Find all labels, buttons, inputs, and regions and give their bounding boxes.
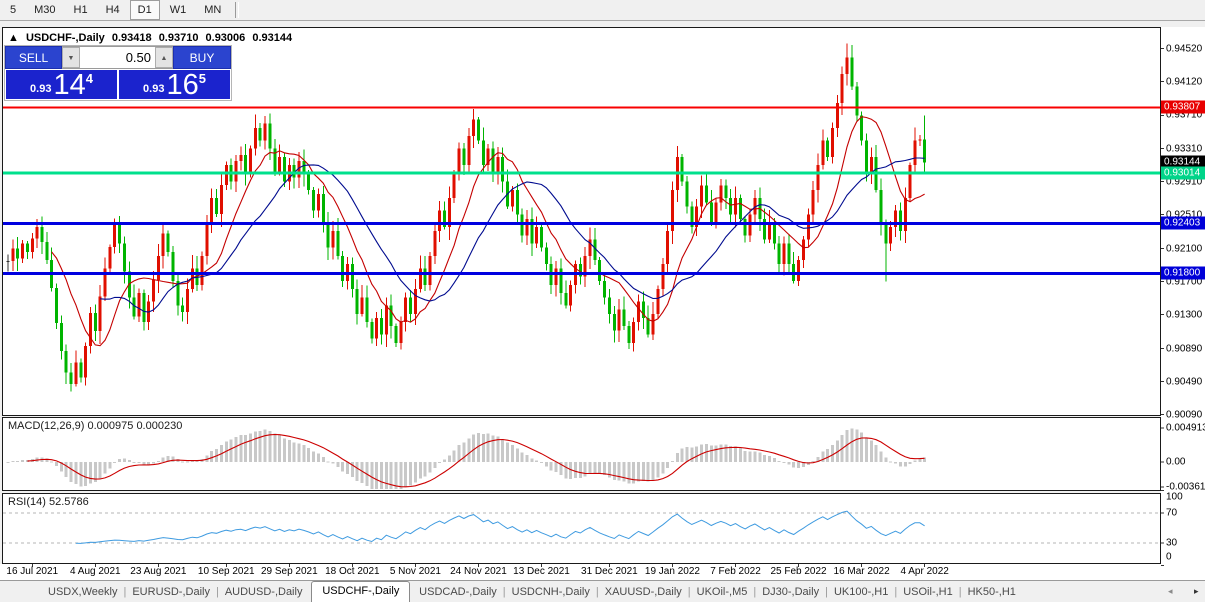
rsi-tick-30: 30 [1166,538,1177,549]
price-tick-0.9009: 0.90090 [1166,409,1202,420]
price-tick-0.9452: 0.94520 [1166,43,1202,54]
chart-tab-uk100-h1[interactable]: UK100-,H1 [828,583,894,602]
timeframe-button-H4[interactable]: H4 [98,0,128,20]
chart-tab-usoil-h1[interactable]: USOil-,H1 [897,583,959,602]
chart-tab-dj30-daily[interactable]: DJ30-,Daily [756,583,825,602]
buy-price-prefix: 0.93 [143,83,164,95]
price-badge-support-green: 0.93014 [1161,167,1205,180]
date-tick-16-Jul-2021: 16 Jul 2021 [6,566,58,577]
chart-tab-usdcnh-daily[interactable]: USDCNH-,Daily [506,583,596,602]
volume-increase-button[interactable]: ▲ [155,47,173,68]
timeframe-button-H1[interactable]: H1 [66,0,96,20]
rsi-label: RSI(14) 52.5786 [8,496,89,508]
buy-price-tile[interactable]: 0.93 16 5 [119,70,230,99]
tabs-scroll-right-icon[interactable]: ▸ [1194,586,1199,597]
chart-tab-eurusd-daily[interactable]: EURUSD-,Daily [126,583,216,602]
date-tick-4-Apr-2022: 4 Apr 2022 [900,566,948,577]
toolbar-separator [235,2,239,18]
pane-border-2 [3,494,1161,564]
bottom-strip [0,601,1205,615]
price-badge-support-blue-1: 0.92403 [1161,217,1205,230]
ohlc-high: 0.93710 [159,32,199,44]
date-tick-19-Jan-2022: 19 Jan 2022 [645,566,700,577]
date-tick-24-Nov-2021: 24 Nov 2021 [450,566,507,577]
sell-button[interactable]: SELL [5,46,62,69]
price-tick-0.9331: 0.93310 [1166,143,1202,154]
date-tick-23-Aug-2021: 23 Aug 2021 [130,566,186,577]
price-tick-0.921: 0.92100 [1166,243,1202,254]
date-tick-25-Feb-2022: 25 Feb 2022 [770,566,826,577]
buy-button[interactable]: BUY [173,46,231,69]
date-tick-7-Feb-2022: 7 Feb 2022 [710,566,761,577]
chart-tab-usdchf-daily[interactable]: USDCHF-,Daily [311,581,410,602]
date-tick-18-Oct-2021: 18 Oct 2021 [325,566,379,577]
one-click-trade-panel: SELL ▼ ▲ BUY 0.93 14 4 0.93 16 5 [4,45,232,101]
price-tick-0.9089: 0.90890 [1166,343,1202,354]
price-badge-resistance: 0.93807 [1161,101,1205,114]
rsi-tick-70: 70 [1166,508,1177,519]
collapse-panel-icon[interactable]: ▲ [8,32,19,44]
sell-price-prefix: 0.93 [30,83,51,95]
sell-price-big: 14 [53,72,85,98]
price-tick-0.913: 0.91300 [1166,309,1202,320]
ohlc-close: 0.93144 [252,32,292,44]
date-tick-10-Sep-2021: 10 Sep 2021 [198,566,255,577]
ohlc-low: 0.93006 [206,32,246,44]
sell-price-tile[interactable]: 0.93 14 4 [6,70,117,99]
volume-decrease-button[interactable]: ▼ [62,47,80,68]
date-tick-31-Dec-2021: 31 Dec 2021 [581,566,638,577]
buy-price-sup: 5 [199,71,206,86]
buy-price-big: 16 [166,72,198,98]
chart-symbol-title: USDCHF-,Daily [26,32,105,44]
date-tick-29-Sep-2021: 29 Sep 2021 [261,566,318,577]
sell-price-sup: 4 [86,71,93,86]
ohlc-open: 0.93418 [112,32,152,44]
chart-tab-bar: USDX,Weekly|EURUSD-,Daily|AUDUSD-,Daily|… [0,580,1205,602]
chart-header: ▲ USDCHF-,Daily 0.93418 0.93710 0.93006 … [8,32,296,44]
rsi-tick-0: 0 [1166,552,1172,563]
chart-tab-usdcad-daily[interactable]: USDCAD-,Daily [413,583,503,602]
volume-spinner: ▼ ▲ [62,46,173,69]
timeframe-button-D1[interactable]: D1 [130,0,160,20]
date-tick-16-Mar-2022: 16 Mar 2022 [834,566,890,577]
chart-tab-hk50-h1[interactable]: HK50-,H1 [962,583,1022,602]
macd-tick-0.00: 0.00 [1166,457,1185,468]
timeframe-button-5[interactable]: 5 [2,0,24,20]
mt4-window: { "toolbar": {"timeframes": ["5", "M30",… [0,0,1205,615]
tabs-scroll-left-icon[interactable]: ◂ [1168,586,1173,597]
timeframe-button-W1[interactable]: W1 [162,0,195,20]
volume-input[interactable] [80,47,155,68]
timeframe-button-M30[interactable]: M30 [26,0,63,20]
timeframe-button-MN[interactable]: MN [196,0,229,20]
chart-tab-usdx-weekly[interactable]: USDX,Weekly [42,583,123,602]
date-tick-4-Aug-2021: 4 Aug 2021 [70,566,121,577]
chart-tab-audusd-daily[interactable]: AUDUSD-,Daily [219,583,309,602]
price-tick-0.9049: 0.90490 [1166,376,1202,387]
date-tick-5-Nov-2021: 5 Nov 2021 [390,566,441,577]
price-tick-0.9412: 0.94120 [1166,76,1202,87]
price-badge-support-blue-2: 0.91800 [1161,267,1205,280]
macd-tick-0.004913: 0.004913 [1166,422,1205,433]
timeframe-toolbar: 5M30H1H4D1W1MN [0,0,1205,21]
date-tick-13-Dec-2021: 13 Dec 2021 [513,566,570,577]
macd-label: MACD(12,26,9) 0.000975 0.000230 [8,420,182,432]
chart-tab-xauusd-daily[interactable]: XAUUSD-,Daily [599,583,688,602]
rsi-tick-100: 100 [1166,492,1183,503]
chart-tab-ukoil-m5[interactable]: UKOil-,M5 [691,583,754,602]
